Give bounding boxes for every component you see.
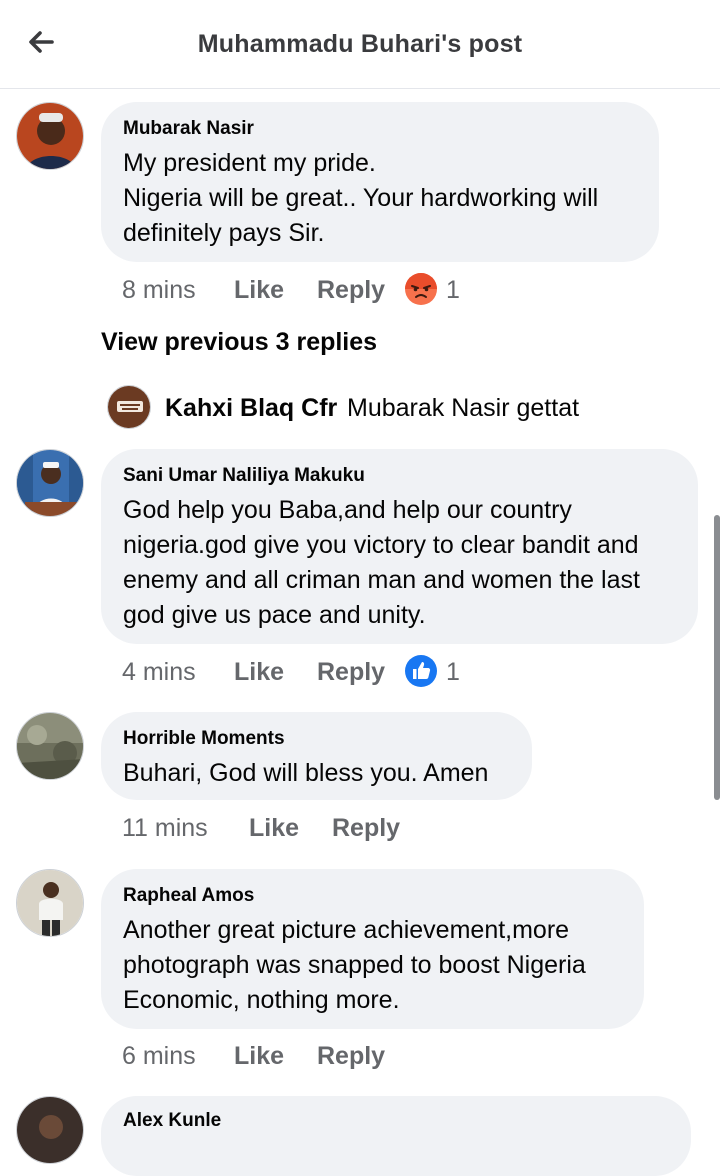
page-title: Muhammadu Buhari's post xyxy=(197,30,523,58)
comment-text: God help you Baba,and help our country n… xyxy=(123,493,676,633)
comment-line: Buhari, God will bless you. Amen xyxy=(123,759,489,787)
reply-text: Mubarak Nasir gettat xyxy=(347,394,580,422)
comment-bubble: Horrible Moments Buhari, God will bless … xyxy=(101,712,532,800)
comment-line: Economic, nothing more. xyxy=(123,986,400,1014)
comment-time: 4 mins xyxy=(122,658,196,686)
like-button[interactable]: Like xyxy=(234,270,284,310)
comment-text: My president my pride. Nigeria will be g… xyxy=(123,146,637,251)
avatar[interactable] xyxy=(16,712,84,780)
comment-meta: 11 mins Like Reply xyxy=(122,808,582,848)
comment-author[interactable]: Sani Umar Naliliya Makuku xyxy=(123,465,676,487)
comment-line: god give us pace and unity. xyxy=(123,601,426,629)
comment-bubble: Alex Kunle xyxy=(101,1096,691,1176)
avatar[interactable] xyxy=(107,385,151,429)
reply-author[interactable]: Kahxi Blaq Cfr xyxy=(165,394,337,423)
comment-author[interactable]: Mubarak Nasir xyxy=(123,118,637,140)
view-previous-replies-link[interactable]: View previous 3 replies xyxy=(101,328,377,357)
top-bar: Muhammadu Buhari's post xyxy=(0,0,720,89)
comment-bubble: Rapheal Amos Another great picture achie… xyxy=(101,869,644,1029)
comment-time: 11 mins xyxy=(122,814,208,842)
comment-text: Another great picture achievement,more p… xyxy=(123,913,622,1018)
reply-button[interactable]: Reply xyxy=(317,1036,385,1076)
reply-preview[interactable]: Kahxi Blaq Cfr Mubarak Nasir gettat xyxy=(107,385,707,429)
reply-button[interactable]: Reply xyxy=(332,808,400,848)
reaction-count: 1 xyxy=(446,276,460,304)
comment-bubble: Mubarak Nasir My president my pride. Nig… xyxy=(101,102,659,262)
like-button[interactable]: Like xyxy=(234,1036,284,1076)
comment-text: Buhari, God will bless you. Amen xyxy=(123,756,510,791)
avatar[interactable] xyxy=(16,102,84,170)
comment-line: God help you Baba,and help our country xyxy=(123,496,572,524)
comment-meta: 6 mins Like Reply xyxy=(122,1036,582,1076)
scrollbar[interactable] xyxy=(714,515,720,800)
comment-time: 8 mins xyxy=(122,276,196,304)
comment-line: Nigeria will be great.. Your hardworking… xyxy=(123,184,599,212)
comment-line: My president my pride. xyxy=(123,149,376,177)
like-reaction-icon[interactable] xyxy=(404,654,438,688)
comment-line: Another great picture achievement,more xyxy=(123,916,570,944)
comment-time: 6 mins xyxy=(122,1042,196,1070)
comment-line: enemy and all criman man and women the l… xyxy=(123,566,640,594)
comment-meta: 4 mins Like Reply 1 xyxy=(122,652,582,692)
angry-reaction-icon[interactable] xyxy=(404,272,438,306)
comment-line: photograph was snapped to boost Nigeria xyxy=(123,951,586,979)
comment-meta: 8 mins Like Reply 1 xyxy=(122,270,582,310)
avatar[interactable] xyxy=(16,869,84,937)
reply-button[interactable]: Reply xyxy=(317,270,385,310)
avatar[interactable] xyxy=(16,1096,84,1164)
comment-author[interactable]: Rapheal Amos xyxy=(123,885,622,907)
like-button[interactable]: Like xyxy=(234,652,284,692)
reply-button[interactable]: Reply xyxy=(317,652,385,692)
reaction-count: 1 xyxy=(446,658,460,686)
comment-bubble: Sani Umar Naliliya Makuku God help you B… xyxy=(101,449,698,644)
like-button[interactable]: Like xyxy=(249,808,299,848)
comment-author[interactable]: Alex Kunle xyxy=(123,1110,669,1132)
avatar[interactable] xyxy=(16,449,84,517)
comment-line: nigeria.god give you victory to clear ba… xyxy=(123,531,639,559)
comment-line: definitely pays Sir. xyxy=(123,219,325,247)
comment-author[interactable]: Horrible Moments xyxy=(123,728,510,750)
